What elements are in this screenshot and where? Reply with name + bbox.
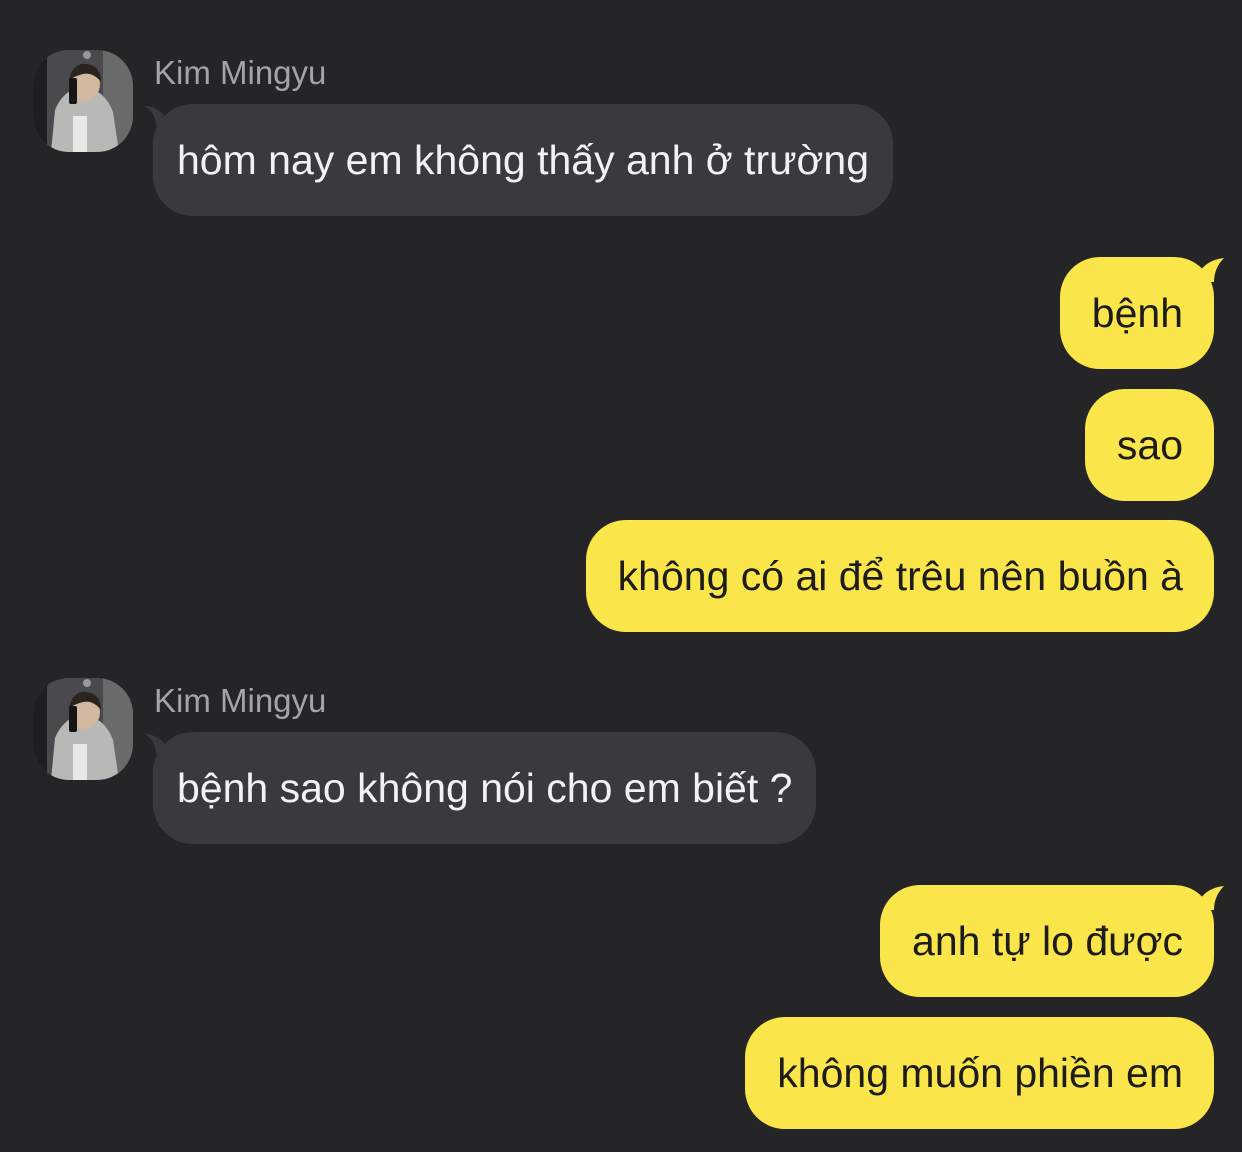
incoming-message-bubble[interactable]: bệnh sao không nói cho em biết ? — [153, 732, 817, 844]
sender-avatar[interactable] — [33, 50, 133, 152]
profile-photo-icon — [33, 50, 133, 152]
profile-photo-icon — [33, 678, 133, 780]
sender-avatar[interactable] — [33, 678, 133, 780]
outgoing-message-bubble[interactable]: bệnh — [1059, 257, 1214, 369]
outgoing-message-bubble[interactable]: không có ai để trêu nên buồn à — [585, 520, 1214, 632]
chat-thread: Kim Mingyu hôm nay em không thấy anh ở t… — [0, 0, 1242, 1152]
sender-name: Kim Mingyu — [154, 682, 327, 719]
outgoing-message-bubble[interactable]: anh tự lo được — [880, 885, 1214, 997]
outgoing-message-bubble[interactable]: sao — [1084, 389, 1214, 501]
outgoing-message-bubble[interactable]: không muốn phiền em — [745, 1017, 1214, 1129]
sender-name: Kim Mingyu — [154, 54, 327, 91]
incoming-message-bubble[interactable]: hôm nay em không thấy anh ở trường — [153, 104, 894, 216]
